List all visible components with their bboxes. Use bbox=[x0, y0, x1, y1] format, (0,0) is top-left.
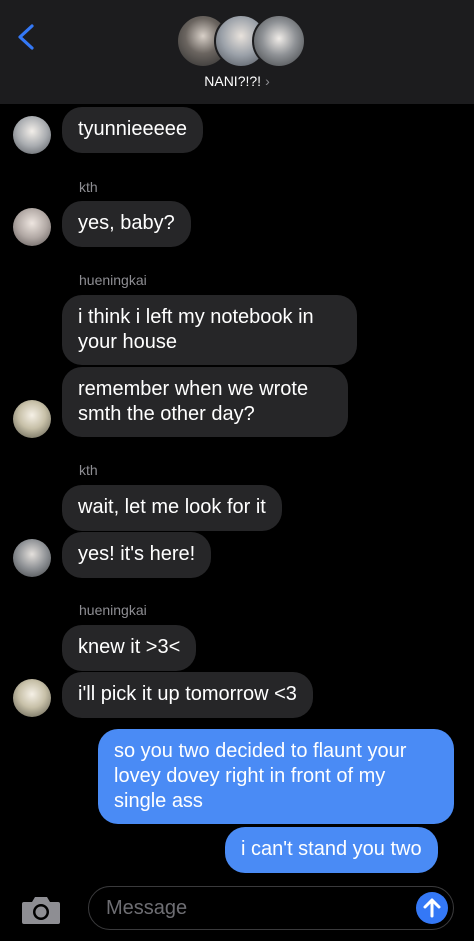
sender-avatar[interactable] bbox=[13, 208, 51, 246]
message-bubble[interactable]: yes! it's here! bbox=[62, 532, 212, 578]
message-bubble[interactable]: remember when we wrote smth the other da… bbox=[62, 367, 348, 437]
message-bubble[interactable]: i think i left my notebook in your house bbox=[62, 295, 357, 365]
message-bubble[interactable]: tyunnieeeee bbox=[62, 107, 203, 153]
chevron-left-icon bbox=[18, 24, 34, 50]
message-bubble-outgoing[interactable]: so you two decided to flaunt your lovey … bbox=[98, 729, 454, 824]
sender-avatar[interactable] bbox=[13, 400, 51, 438]
sender-name: hueningkai bbox=[79, 602, 147, 618]
camera-button[interactable] bbox=[20, 894, 62, 926]
sender-avatar[interactable] bbox=[13, 679, 51, 717]
arrow-up-icon bbox=[423, 898, 441, 918]
sender-avatar[interactable] bbox=[13, 539, 51, 577]
sender-name: kth bbox=[79, 179, 98, 195]
group-name[interactable]: NANI?!?! › bbox=[0, 73, 474, 89]
send-button[interactable] bbox=[416, 892, 448, 924]
group-avatar-3 bbox=[252, 14, 306, 68]
message-bubble[interactable]: i'll pick it up tomorrow <3 bbox=[62, 672, 313, 718]
sender-avatar[interactable] bbox=[13, 116, 51, 154]
message-bubble[interactable]: knew it >3< bbox=[62, 625, 197, 671]
message-input[interactable]: Message bbox=[88, 886, 454, 930]
group-name-label: NANI?!?! bbox=[204, 73, 262, 89]
sender-name: kth bbox=[79, 462, 98, 478]
message-bubble-outgoing[interactable]: i can't stand you two bbox=[225, 827, 438, 873]
chevron-right-icon: › bbox=[265, 73, 270, 89]
back-button[interactable] bbox=[12, 20, 42, 54]
message-input-placeholder: Message bbox=[106, 897, 188, 919]
group-avatars[interactable] bbox=[176, 14, 306, 68]
sender-name: hueningkai bbox=[79, 272, 147, 288]
message-bubble[interactable]: wait, let me look for it bbox=[62, 485, 282, 531]
compose-bar: Message bbox=[0, 880, 474, 941]
camera-icon bbox=[22, 897, 60, 924]
message-bubble[interactable]: yes, baby? bbox=[62, 201, 191, 247]
conversation-header: NANI?!?! › bbox=[0, 0, 474, 104]
message-thread[interactable]: tyunnieeeee kth yes, baby? hueningkai i … bbox=[0, 104, 474, 880]
